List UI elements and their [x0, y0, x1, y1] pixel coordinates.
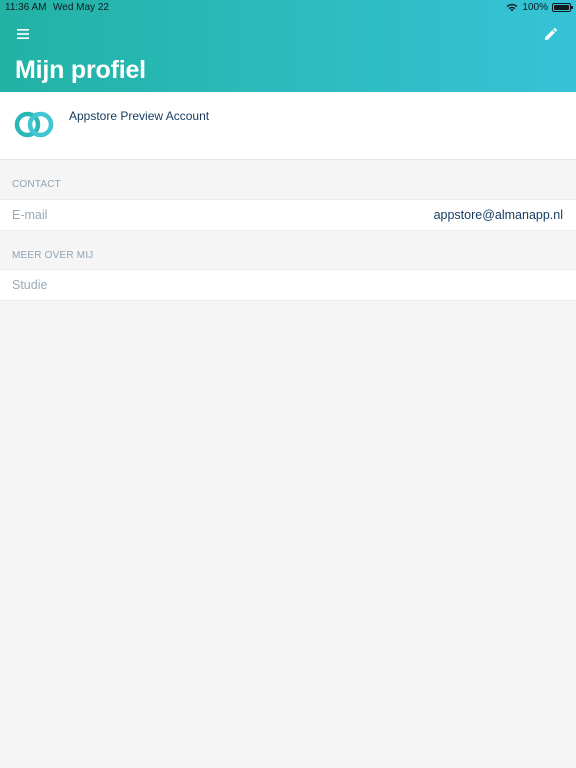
status-indicators: 100%	[506, 2, 573, 13]
email-row[interactable]: E-mail appstore@almanapp.nl	[0, 199, 576, 231]
menu-button[interactable]	[14, 25, 32, 43]
status-time: 11:36 AM	[5, 2, 47, 13]
status-bar: 11:36 AM Wed May 22 100%	[0, 0, 576, 16]
study-label: Studie	[12, 278, 48, 292]
avatar	[14, 111, 54, 138]
battery-icon	[552, 3, 573, 12]
page-title: Mijn profiel	[15, 56, 146, 84]
wifi-icon	[507, 3, 518, 12]
email-label: E-mail	[12, 208, 48, 222]
study-row[interactable]: Studie	[0, 269, 576, 301]
profile-card: Appstore Preview Account	[0, 92, 576, 160]
edit-profile-button[interactable]	[542, 25, 560, 43]
app-header: 11:36 AM Wed May 22 100% Mijn profiel	[0, 0, 576, 92]
pencil-icon	[545, 27, 558, 40]
section-header-about: MEER OVER MIJ	[12, 250, 94, 261]
account-name: Appstore Preview Account	[69, 109, 210, 123]
battery-percent: 100%	[522, 2, 548, 13]
status-date: Wed May 22	[53, 2, 109, 13]
hamburger-menu-icon	[17, 29, 29, 39]
section-header-contact: CONTACT	[12, 179, 61, 190]
email-value[interactable]: appstore@almanapp.nl	[434, 208, 563, 222]
